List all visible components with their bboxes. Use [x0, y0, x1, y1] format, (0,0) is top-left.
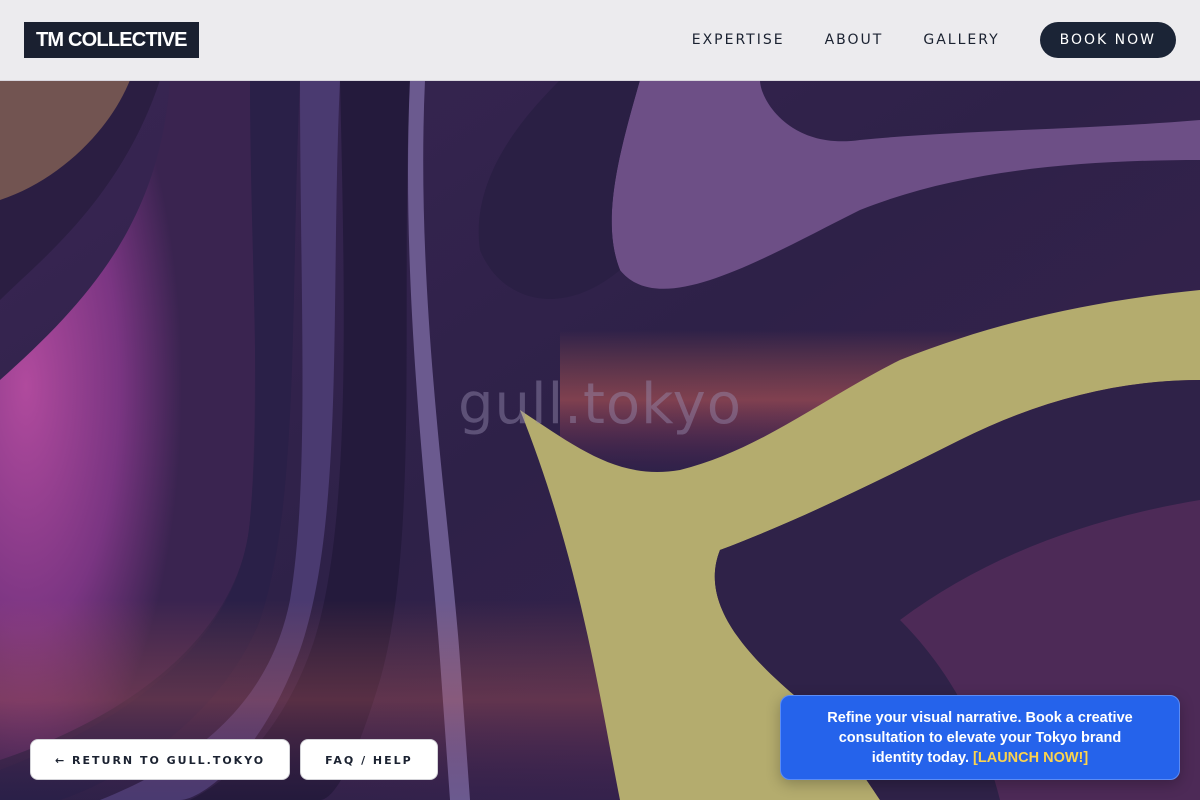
footer-button-group: ← RETURN TO GULL.TOKYO FAQ / HELP: [30, 739, 438, 780]
nav-link-gallery[interactable]: GALLERY: [923, 32, 999, 48]
return-button[interactable]: ← RETURN TO GULL.TOKYO: [30, 739, 291, 780]
main-nav: EXPERTISE ABOUT GALLERY BOOK NOW: [692, 22, 1176, 58]
site-header: TM COLLECTIVE EXPERTISE ABOUT GALLERY BO…: [0, 0, 1200, 81]
book-now-button[interactable]: BOOK NOW: [1039, 22, 1176, 58]
faq-help-button[interactable]: FAQ / HELP: [300, 739, 438, 780]
promo-message: Refine your visual narrative. Book a cre…: [811, 708, 1149, 768]
hero-watermark: gull.tokyo: [457, 372, 742, 437]
nav-link-about[interactable]: ABOUT: [825, 32, 884, 48]
promo-banner[interactable]: Refine your visual narrative. Book a cre…: [780, 695, 1180, 780]
site-logo[interactable]: TM COLLECTIVE: [24, 22, 199, 58]
promo-launch-link[interactable]: [LAUNCH NOW!]: [973, 750, 1088, 766]
nav-link-expertise[interactable]: EXPERTISE: [692, 32, 785, 48]
